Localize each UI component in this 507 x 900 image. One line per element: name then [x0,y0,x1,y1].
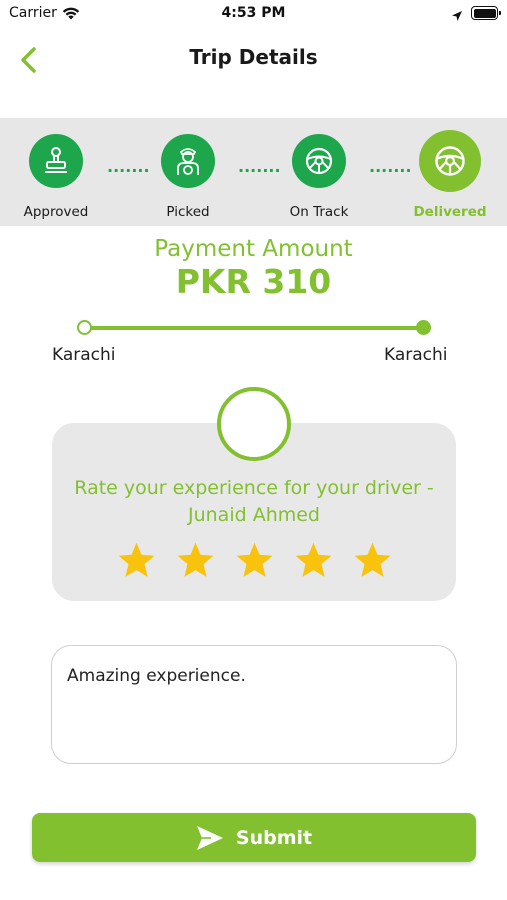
step-label: Approved [23,204,89,220]
route-start-marker [77,320,92,335]
star-icon[interactable] [234,540,275,581]
location-arrow-icon [451,7,463,26]
send-icon [196,825,223,850]
page-title: Trip Details [189,45,318,69]
step-approved: Approved [1,134,111,220]
step-on-track: On Track [264,134,374,220]
star-rating[interactable] [52,540,456,581]
route-end-marker [416,320,431,335]
route-destination: Karachi [384,345,448,365]
steering-wheel-icon [292,134,346,188]
step-delivered: Delivered [395,130,505,220]
steering-wheel-icon [419,130,481,192]
submit-label: Submit [235,826,313,849]
star-icon[interactable] [175,540,216,581]
comment-input[interactable]: Amazing experience. [51,645,457,764]
driver-avatar [217,387,291,461]
step-label: Picked [166,204,210,220]
star-icon[interactable] [116,540,157,581]
step-picked: Picked [133,134,243,220]
trip-progress-tracker: Approved ······· Picked ······· On Track… [0,118,507,226]
clock-label: 4:53 PM [221,5,286,21]
route-line [89,326,419,330]
submit-button[interactable]: Submit [32,813,476,862]
driver-icon [161,134,215,188]
status-bar: Carrier 4:53 PM [0,0,507,28]
stamp-icon [29,134,83,188]
rating-prompt: Rate your experience for your driver - J… [74,477,434,526]
payment-amount-label: Payment Amount [154,236,353,262]
route-origin: Karachi [52,345,116,365]
step-label: On Track [289,204,349,220]
payment-amount-value: PKR 310 [175,262,332,301]
battery-icon [471,6,501,20]
step-label: Delivered [413,204,487,220]
star-icon[interactable] [293,540,334,581]
star-icon[interactable] [352,540,393,581]
